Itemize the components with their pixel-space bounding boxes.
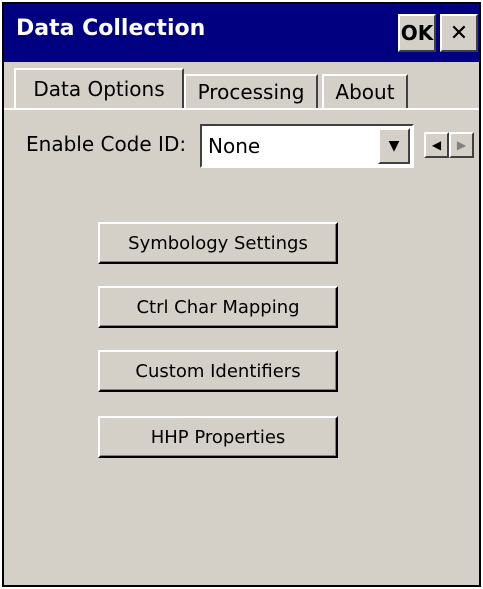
- tab-processing[interactable]: Processing: [184, 74, 318, 108]
- tab-scroll-arrows: ◀ ▶: [424, 132, 474, 158]
- symbology-settings-button[interactable]: Symbology Settings: [98, 222, 338, 264]
- custom-identifiers-button[interactable]: Custom Identifiers: [98, 350, 338, 392]
- hhp-properties-button[interactable]: HHP Properties: [98, 416, 338, 458]
- tab-strip: Data Options Processing About ◀ ▶: [4, 62, 479, 158]
- tab-scroll-right-icon[interactable]: ▶: [449, 132, 474, 158]
- ctrl-char-mapping-button[interactable]: Ctrl Char Mapping: [98, 286, 338, 328]
- ok-button[interactable]: OK: [398, 14, 436, 52]
- title-bar: Data Collection OK ✕: [4, 4, 479, 62]
- chevron-down-icon[interactable]: ▼: [378, 128, 410, 164]
- tab-about[interactable]: About: [322, 74, 408, 108]
- close-icon[interactable]: ✕: [440, 14, 478, 52]
- data-collection-window: Data Collection OK ✕ Data Options Proces…: [2, 2, 481, 587]
- window-title: Data Collection: [16, 16, 206, 41]
- tab-data-options[interactable]: Data Options: [14, 68, 184, 108]
- code-id-dropdown[interactable]: None ▼: [200, 124, 414, 168]
- tab-scroll-left-icon[interactable]: ◀: [424, 132, 449, 158]
- code-id-value: None: [208, 134, 261, 158]
- tab-divider: [4, 108, 479, 110]
- code-id-label: Enable Code ID:: [26, 132, 187, 156]
